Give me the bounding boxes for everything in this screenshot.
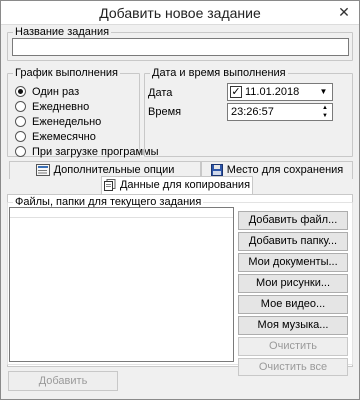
title-bar: Добавить новое задание ✕ [1,1,359,25]
task-name-input[interactable] [12,38,349,56]
tab-label: Данные для копирования [119,179,251,191]
schedule-legend: График выполнения [13,66,121,80]
options-icon [35,164,50,176]
tab-label: Дополнительные опции [53,164,175,176]
time-label: Время [148,106,182,118]
add-file-button[interactable]: Добавить файл... [238,211,348,230]
radio-button[interactable] [15,86,26,97]
radio-button[interactable] [15,131,26,142]
add-task-button[interactable]: Добавить [8,371,118,391]
tab-copy-data[interactable]: Данные для копирования [101,176,253,195]
files-list-header [10,208,233,218]
tab-label: Место для сохранения [226,164,344,176]
files-list[interactable] [9,207,234,362]
radio-button[interactable] [15,101,26,112]
my-documents-button[interactable]: Мои документы... [238,253,348,272]
schedule-option-label: Ежемесячно [32,131,96,143]
date-label: Дата [148,87,173,99]
schedule-option-label: Ежедневно [32,101,90,113]
time-value: 23:26:57 [231,106,274,118]
schedule-option-label: Еженедельно [32,116,102,128]
date-picker[interactable]: ✓ 11.01.2018 ▼ [227,83,333,101]
time-picker[interactable]: 23:26:57 ▲ ▼ [227,103,333,121]
task-name-legend: Название задания [13,25,112,39]
add-folder-button[interactable]: Добавить папку... [238,232,348,251]
date-value: 11.01.2018 [245,86,300,98]
schedule-option-once[interactable]: Один раз [15,85,79,99]
spinner-icon[interactable]: ▲ ▼ [319,104,331,120]
radio-button[interactable] [15,146,26,157]
radio-button[interactable] [15,116,26,127]
window-title: Добавить новое задание [99,5,261,21]
chevron-down-icon[interactable]: ▼ [316,85,331,99]
schedule-option-label: Один раз [32,86,80,98]
schedule-option-daily[interactable]: Ежедневно [15,100,89,114]
close-button[interactable]: ✕ [331,2,357,22]
copy-data-icon [103,179,116,191]
my-music-button[interactable]: Моя музыка... [238,316,348,335]
schedule-option-label: При загрузке программы [32,146,159,158]
my-pictures-button[interactable]: Мои рисунки... [238,274,348,293]
date-enabled-checkbox[interactable]: ✓ [230,86,242,98]
schedule-option-on-startup[interactable]: При загрузке программы [15,145,159,159]
clear-button[interactable]: Очистить [238,337,348,356]
add-task-dialog: Добавить новое задание ✕ Название задани… [0,0,360,400]
clear-all-button[interactable]: Очистить все [238,358,348,376]
datetime-legend: Дата и время выполнения [150,66,288,80]
my-video-button[interactable]: Мое видео... [238,295,348,314]
schedule-option-weekly[interactable]: Еженедельно [15,115,101,129]
schedule-option-monthly[interactable]: Ежемесячно [15,130,96,144]
save-icon [210,164,223,176]
